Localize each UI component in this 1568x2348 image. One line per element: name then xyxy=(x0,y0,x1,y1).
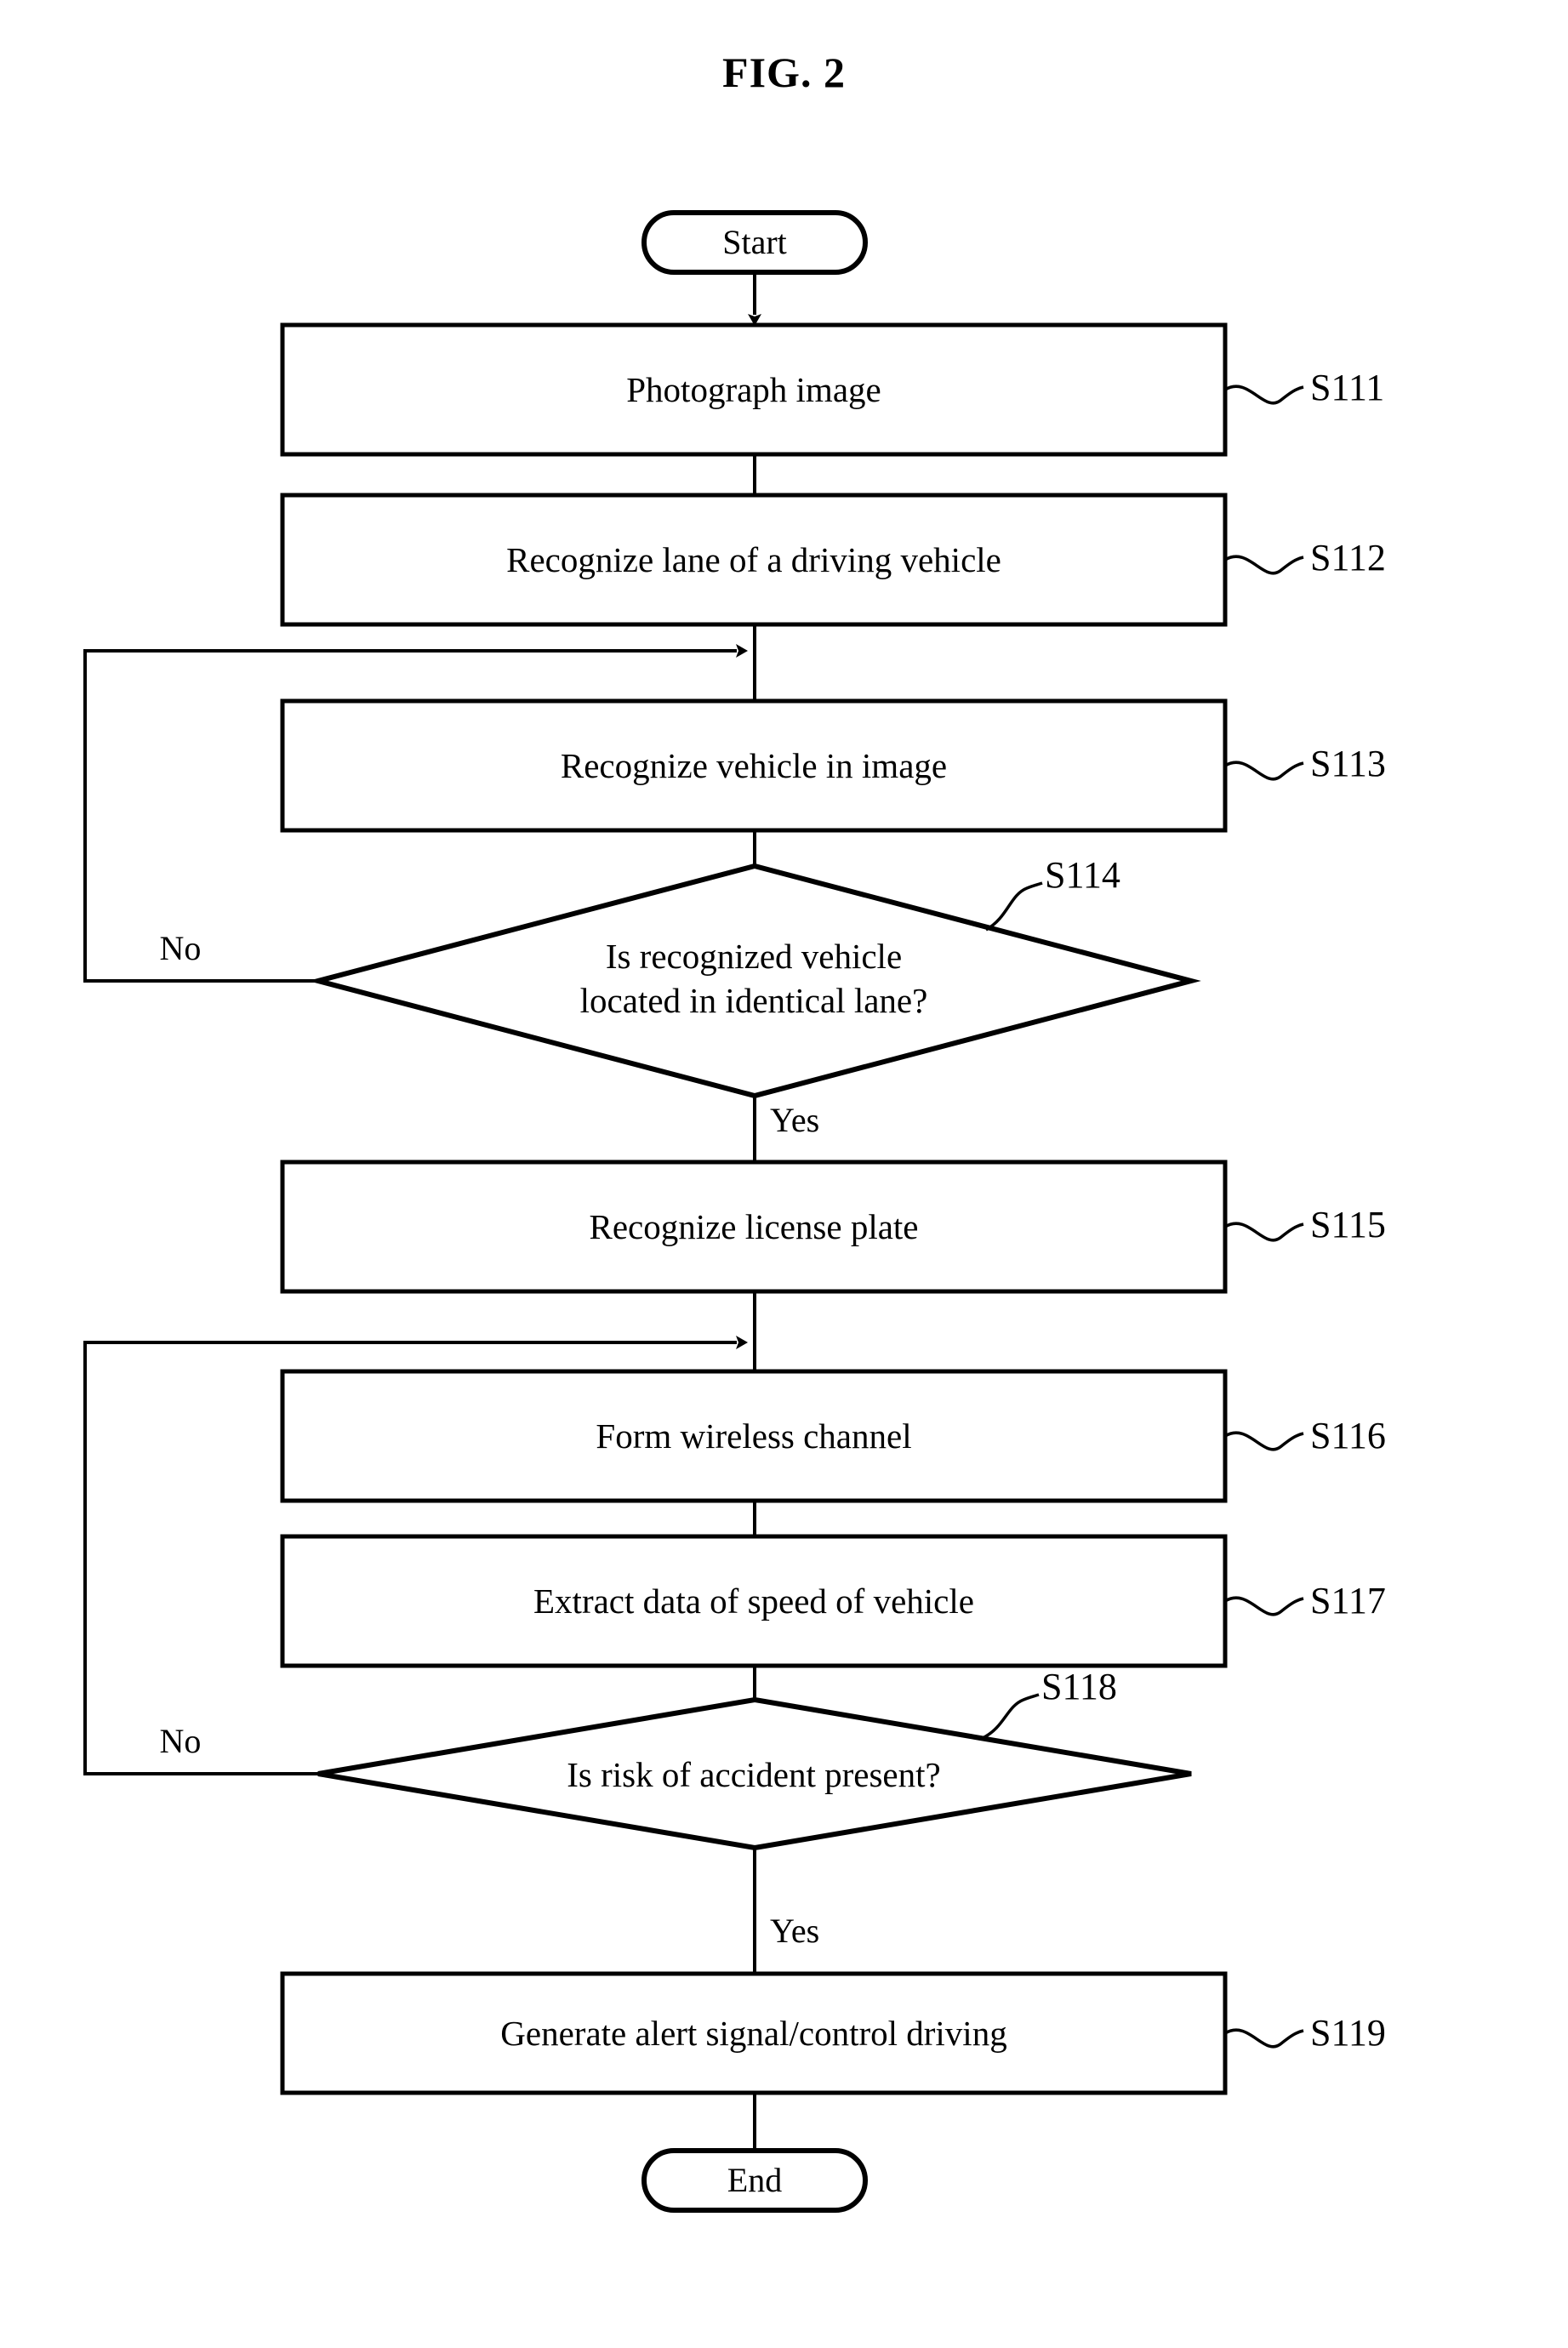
tag-s111: S111 xyxy=(1310,367,1384,408)
leader-s119 xyxy=(1224,2028,1304,2049)
terminator-end: End xyxy=(641,2148,868,2213)
s114-label-line2: located in identical lane? xyxy=(580,981,928,1020)
end-label: End xyxy=(727,2161,782,2199)
leader-s111 xyxy=(1224,385,1304,405)
leader-s118 xyxy=(982,1693,1040,1740)
s117-label: Extract data of speed of vehicle xyxy=(533,1581,974,1621)
start-label: Start xyxy=(722,223,787,261)
tag-s114: S114 xyxy=(1045,854,1120,896)
leader-s113 xyxy=(1224,761,1304,781)
figure-root: FIG. 2 Start Photograph image S111 Recog… xyxy=(0,0,1568,2348)
leader-s114 xyxy=(985,881,1043,932)
terminator-start: Start xyxy=(641,210,868,275)
process-s116: Form wireless channel xyxy=(280,1369,1228,1503)
s111-label: Photograph image xyxy=(626,370,881,409)
leader-s115 xyxy=(1224,1222,1304,1242)
label-s118-no: No xyxy=(160,1722,202,1760)
s119-label: Generate alert signal/control driving xyxy=(500,2014,1006,2053)
tag-s118: S118 xyxy=(1041,1666,1117,1707)
tag-s115: S115 xyxy=(1310,1204,1386,1245)
process-s115: Recognize license plate xyxy=(280,1160,1228,1294)
tag-s119: S119 xyxy=(1310,2012,1386,2054)
s115-label: Recognize license plate xyxy=(589,1207,918,1246)
leader-s116 xyxy=(1224,1431,1304,1451)
s116-label: Form wireless channel xyxy=(596,1416,911,1456)
leader-s112 xyxy=(1224,555,1304,575)
label-s114-yes: Yes xyxy=(770,1101,819,1139)
decision-s118: Is risk of accident present? xyxy=(317,1696,1192,1851)
tag-s116: S116 xyxy=(1310,1415,1386,1456)
process-s117: Extract data of speed of vehicle xyxy=(280,1534,1228,1668)
s118-label: Is risk of accident present? xyxy=(567,1755,940,1794)
tag-s112: S112 xyxy=(1310,537,1386,578)
process-s112: Recognize lane of a driving vehicle xyxy=(280,493,1228,627)
process-s113: Recognize vehicle in image xyxy=(280,698,1228,833)
process-s119: Generate alert signal/control driving xyxy=(280,1971,1228,2095)
s113-label: Recognize vehicle in image xyxy=(561,746,947,785)
leader-s117 xyxy=(1224,1596,1304,1616)
s112-label: Recognize lane of a driving vehicle xyxy=(506,540,1001,579)
label-s114-no: No xyxy=(160,929,202,967)
flowchart-canvas: Start Photograph image S111 Recognize la… xyxy=(83,210,1386,2213)
tag-s117: S117 xyxy=(1310,1580,1386,1621)
label-s118-yes: Yes xyxy=(770,1912,819,1950)
process-s111: Photograph image xyxy=(280,322,1228,457)
s114-label-line1: Is recognized vehicle xyxy=(606,937,902,976)
tag-s113: S113 xyxy=(1310,743,1386,784)
decision-s114: Is recognized vehicle located in identic… xyxy=(308,863,1201,1099)
